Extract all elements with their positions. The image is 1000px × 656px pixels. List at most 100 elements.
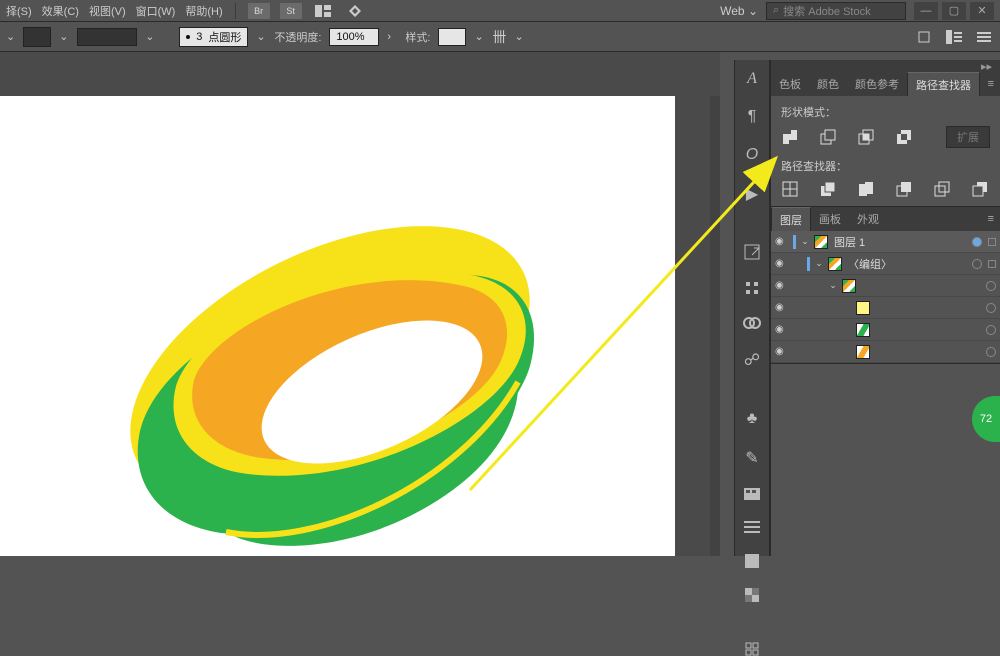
- transparency-icon[interactable]: [742, 588, 762, 602]
- stroke-panel-icon[interactable]: [742, 520, 762, 534]
- visibility-icon[interactable]: ◉: [775, 236, 789, 247]
- minimize-button[interactable]: —: [914, 2, 938, 20]
- layer-row[interactable]: ◉ ⌄ 图层 1: [771, 231, 1000, 253]
- fill-swatch[interactable]: [23, 27, 51, 47]
- options-bar: ⌄ ⌄ ⌄ 3 点圆形 ⌄ 不透明度: 100% › 样式: ⌄ 卌 ⌄: [0, 22, 1000, 52]
- expand-triangle-icon[interactable]: ⌄: [828, 280, 838, 291]
- symbols-icon[interactable]: ♣: [742, 410, 762, 428]
- more-icon[interactable]: [742, 642, 762, 656]
- expand-triangle-icon[interactable]: ⌄: [800, 236, 810, 247]
- workspace-switcher[interactable]: Web ⌄: [720, 4, 758, 18]
- target-icon[interactable]: [986, 303, 996, 313]
- layer-row[interactable]: ◉: [771, 319, 1000, 341]
- layer-thumbnail: [814, 235, 828, 249]
- layer-row[interactable]: ◉: [771, 297, 1000, 319]
- close-button[interactable]: ✕: [970, 2, 994, 20]
- brushes-icon[interactable]: ✎: [742, 448, 762, 468]
- minus-front-icon[interactable]: [819, 128, 837, 146]
- panel-options-icon[interactable]: [914, 27, 934, 47]
- target-icon[interactable]: [972, 259, 982, 269]
- panel-menu-icon[interactable]: [974, 27, 994, 47]
- stock-search-input[interactable]: ⌕ 搜索 Adobe Stock: [766, 2, 906, 20]
- align-grid-icon[interactable]: [742, 280, 762, 296]
- outline-icon[interactable]: [933, 180, 951, 198]
- style-swatch[interactable]: [438, 28, 466, 46]
- gpu-icon[interactable]: [344, 3, 366, 19]
- selection-box[interactable]: [988, 260, 996, 268]
- layer-thumbnail: [828, 257, 842, 271]
- cc-libraries-icon[interactable]: [742, 316, 762, 330]
- layer-row[interactable]: ◉ ⌄ 〈编组〉: [771, 253, 1000, 275]
- fill-swatch-menu[interactable]: ⌄: [59, 30, 69, 43]
- menu-select[interactable]: 择(S): [6, 3, 32, 19]
- swatches-icon[interactable]: [742, 488, 762, 500]
- expand-triangle-icon[interactable]: ⌄: [814, 258, 824, 269]
- chevron-down-icon[interactable]: ⌄: [6, 30, 15, 43]
- merge-icon[interactable]: [857, 180, 875, 198]
- export-icon[interactable]: [742, 244, 762, 260]
- exclude-icon[interactable]: [895, 128, 913, 146]
- target-icon[interactable]: [986, 325, 996, 335]
- brush-preset-menu[interactable]: ⌄: [256, 30, 266, 43]
- pathfinder-label: 路径查找器：: [781, 158, 990, 174]
- tab-artboards[interactable]: 画板: [811, 207, 849, 231]
- style-menu[interactable]: ⌄: [474, 30, 484, 43]
- visibility-icon[interactable]: ◉: [775, 324, 789, 335]
- links-icon[interactable]: ☍: [742, 350, 762, 370]
- artboard[interactable]: [0, 96, 675, 556]
- layer-row[interactable]: ◉: [771, 341, 1000, 363]
- visibility-icon[interactable]: ◉: [775, 280, 789, 291]
- selection-box[interactable]: [988, 238, 996, 246]
- opacity-menu[interactable]: ›: [387, 31, 397, 43]
- stroke-color-menu[interactable]: ⌄: [145, 30, 155, 43]
- ring-artwork[interactable]: [80, 76, 600, 556]
- target-icon[interactable]: [986, 281, 996, 291]
- layer-name[interactable]: 〈编组〉: [848, 256, 968, 272]
- tab-layers[interactable]: 图层: [771, 207, 811, 231]
- unite-icon[interactable]: [781, 128, 799, 146]
- opacity-input[interactable]: 100%: [329, 28, 379, 46]
- menu-effect[interactable]: 效果(C): [42, 3, 79, 19]
- maximize-button[interactable]: ▢: [942, 2, 966, 20]
- arrange-icon[interactable]: [312, 3, 334, 19]
- expand-button[interactable]: 扩展: [946, 126, 990, 148]
- panel-menu-icon[interactable]: ≡: [982, 78, 1000, 90]
- align-icon[interactable]: 卌: [492, 27, 506, 47]
- stock-icon[interactable]: St: [280, 3, 302, 19]
- panel-collapse-bar[interactable]: ▸▸: [771, 60, 1000, 72]
- paragraph-icon[interactable]: ¶: [742, 108, 762, 126]
- tab-pathfinder[interactable]: 路径查找器: [907, 72, 980, 96]
- tab-color[interactable]: 颜色: [809, 72, 847, 96]
- vertical-scrollbar[interactable]: [710, 96, 720, 556]
- crop-icon[interactable]: [895, 180, 913, 198]
- layer-row[interactable]: ◉⌄: [771, 275, 1000, 297]
- panel-layout-icon[interactable]: [944, 27, 964, 47]
- stroke-color[interactable]: [77, 28, 137, 46]
- tab-appearance[interactable]: 外观: [849, 207, 887, 231]
- tab-swatches[interactable]: 色板: [771, 72, 809, 96]
- menubar: 择(S) 效果(C) 视图(V) 窗口(W) 帮助(H) Br St Web ⌄…: [0, 0, 1000, 22]
- visibility-icon[interactable]: ◉: [775, 346, 789, 357]
- intersect-icon[interactable]: [857, 128, 875, 146]
- divide-icon[interactable]: [781, 180, 799, 198]
- trim-icon[interactable]: [819, 180, 837, 198]
- bridge-icon[interactable]: Br: [248, 3, 270, 19]
- menu-help[interactable]: 帮助(H): [185, 3, 222, 19]
- layer-name[interactable]: 图层 1: [834, 234, 968, 250]
- canvas-area[interactable]: [0, 52, 720, 556]
- opentype-icon[interactable]: O: [742, 146, 762, 164]
- gradient-icon[interactable]: [742, 554, 762, 568]
- target-icon[interactable]: [986, 347, 996, 357]
- text-tool-icon[interactable]: A: [742, 70, 762, 88]
- target-icon[interactable]: [972, 237, 982, 247]
- minus-back-icon[interactable]: [971, 180, 989, 198]
- brush-preset[interactable]: 3 点圆形: [179, 27, 248, 47]
- menu-view[interactable]: 视图(V): [89, 3, 126, 19]
- layers-panel-menu-icon[interactable]: ≡: [982, 213, 1000, 225]
- opacity-label: 不透明度:: [274, 29, 321, 45]
- tab-colorguide[interactable]: 颜色参考: [847, 72, 907, 96]
- play-icon[interactable]: ▶: [742, 184, 762, 204]
- menu-window[interactable]: 窗口(W): [136, 3, 176, 19]
- visibility-icon[interactable]: ◉: [775, 302, 789, 313]
- visibility-icon[interactable]: ◉: [775, 258, 789, 269]
